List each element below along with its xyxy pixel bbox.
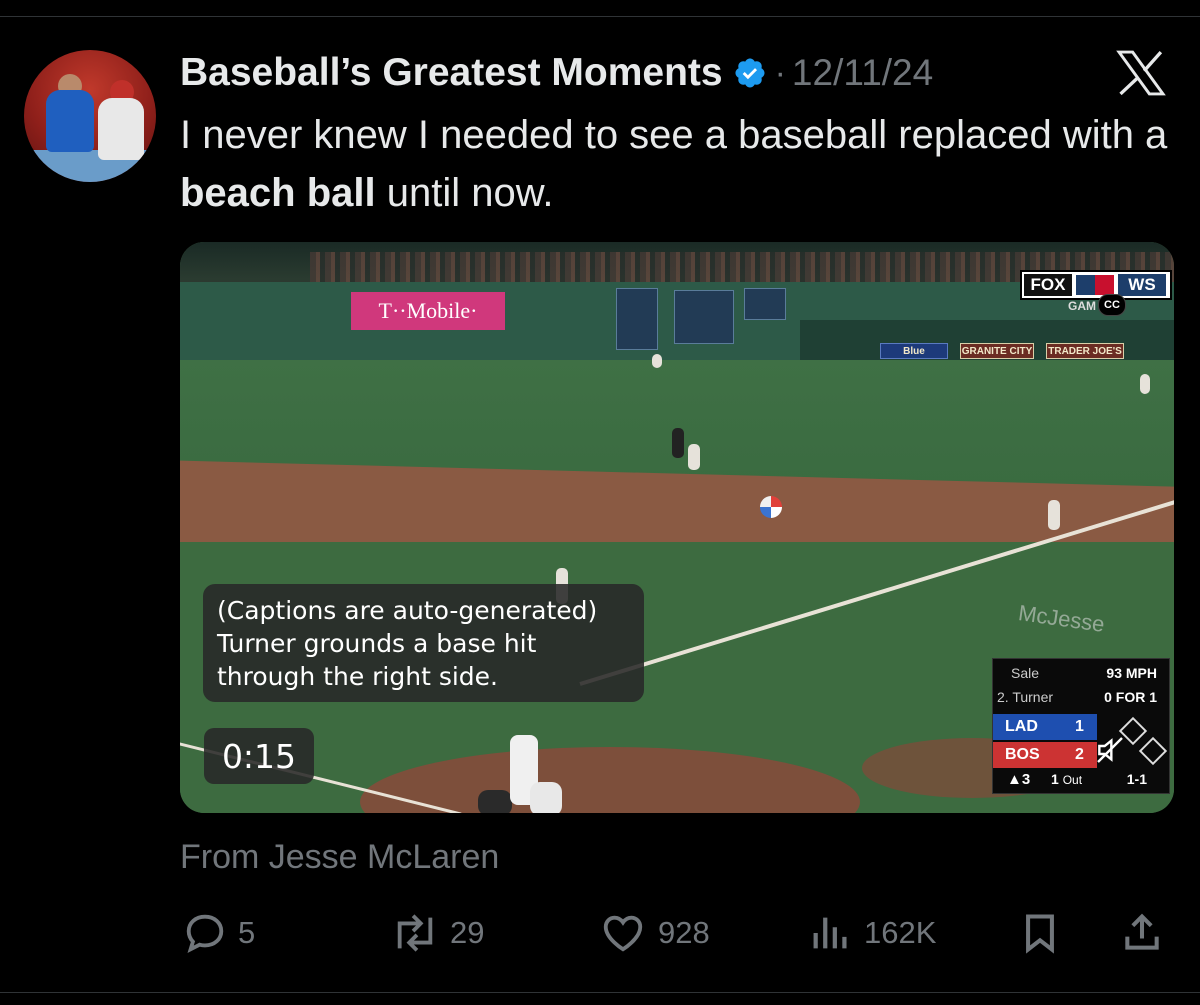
like-button[interactable]: 928 <box>598 905 710 961</box>
wall-ad: TRADER JOE'S <box>1046 343 1124 359</box>
bookmark-icon <box>1026 914 1054 954</box>
display-name[interactable]: Baseball’s Greatest Moments <box>180 51 723 95</box>
separator: · <box>774 53 786 92</box>
action-bar: 5 29 928 162K <box>0 905 1200 961</box>
post-date[interactable]: 12/11/24 <box>792 52 933 94</box>
tweet-header: Baseball’s Greatest Moments · 12/11/24 <box>180 48 933 98</box>
share-icon <box>1125 913 1159 950</box>
player <box>688 444 700 470</box>
repost-count: 29 <box>450 915 485 950</box>
verified-badge-icon <box>735 58 765 88</box>
like-count: 928 <box>658 915 710 950</box>
player <box>1140 374 1150 394</box>
player <box>1048 500 1060 530</box>
share-button[interactable] <box>1120 905 1174 961</box>
reply-count: 5 <box>238 915 256 950</box>
views-icon <box>813 917 847 949</box>
bookmark-button[interactable] <box>1018 905 1072 961</box>
closed-captions-button[interactable]: CC <box>1098 294 1126 316</box>
umpire <box>530 782 562 813</box>
repost-button[interactable]: 29 <box>390 905 484 961</box>
scorebug: Sale 93 MPH 2. Turner 0 FOR 1 LAD 1 BOS … <box>992 658 1170 794</box>
catcher <box>478 790 512 813</box>
views-button[interactable]: 162K <box>808 905 936 961</box>
beach-ball <box>760 496 782 518</box>
avatar[interactable] <box>24 50 156 182</box>
captions-box: (Captions are auto-generated) Turner gro… <box>203 584 644 702</box>
video-time: 0:15 <box>204 728 314 784</box>
player <box>652 354 662 368</box>
top-divider <box>0 16 1200 17</box>
tmobile-ad: T··Mobile· <box>351 292 505 330</box>
base-diamond <box>1138 736 1168 766</box>
source-attribution[interactable]: From Jesse McLaren <box>180 838 499 877</box>
wall-ad: GRANITE CITY <box>960 343 1034 359</box>
reply-icon <box>186 914 224 954</box>
repost-icon <box>397 914 433 952</box>
broadcast-logo: FOX WS <box>1020 270 1172 300</box>
tweet-text: I never knew I needed to see a baseball … <box>180 113 1168 215</box>
x-logo-icon[interactable] <box>1112 50 1170 96</box>
view-count: 162K <box>864 915 937 950</box>
wall-ad: Blue <box>880 343 948 359</box>
reply-button[interactable]: 5 <box>182 905 255 961</box>
bottom-divider <box>0 992 1200 993</box>
video-player[interactable]: T··Mobile· Blue GRANITE CITY TRADER JOE'… <box>180 242 1174 813</box>
mute-icon[interactable] <box>1094 734 1126 766</box>
heart-icon <box>603 915 643 952</box>
mlb-logo-icon <box>1076 275 1114 295</box>
player <box>672 428 684 458</box>
